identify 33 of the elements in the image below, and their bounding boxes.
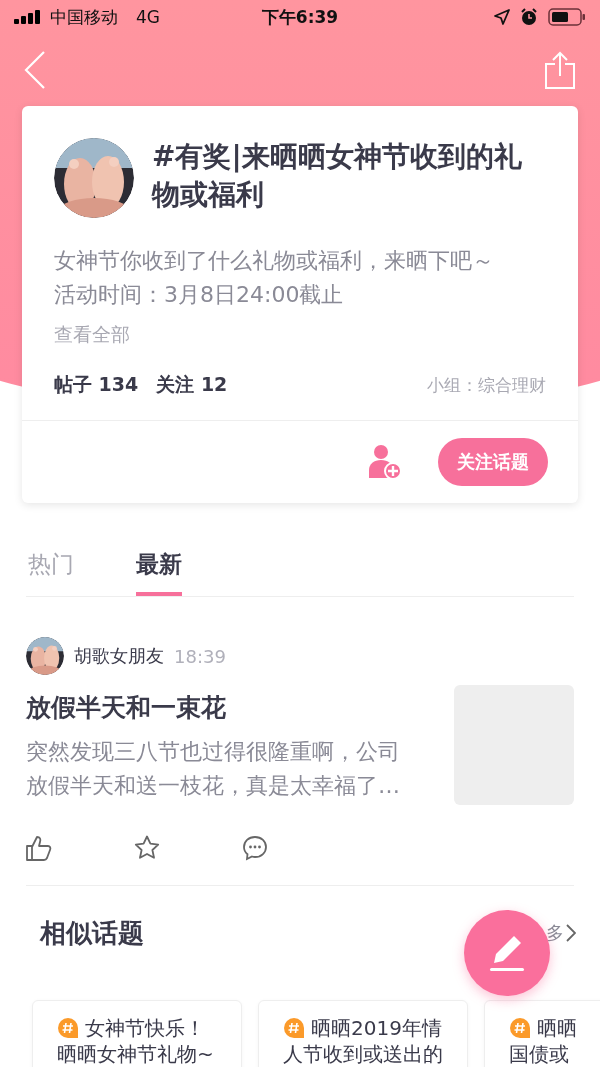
topic-card[interactable]: 晒晒 国债或 bbox=[484, 1000, 600, 1067]
carrier-name: 中国移动 bbox=[50, 5, 118, 29]
alarm-clock-icon bbox=[520, 8, 538, 26]
topic-title: #有奖|来晒晒女神节收到的礼物或福利 bbox=[152, 139, 523, 213]
topic-card[interactable]: 晒晒2019年情 人节收到或送出的 bbox=[258, 1000, 468, 1067]
hashtag-icon bbox=[509, 1017, 531, 1039]
follower-count: 关注 12 bbox=[156, 372, 228, 397]
topic-card-title: 晒晒 国债或 bbox=[509, 1015, 578, 1067]
topic-description: 女神节你收到了什么礼物或福利，来晒下吧～ bbox=[54, 247, 494, 275]
section-title: 相似话题 bbox=[40, 916, 144, 950]
network-type: 4G bbox=[136, 7, 160, 27]
topic-description: 活动时间：3月8日24:00截止 bbox=[54, 281, 344, 309]
add-user-icon[interactable] bbox=[368, 444, 402, 480]
post-count: 帖子 134 bbox=[54, 372, 139, 397]
post-title[interactable]: 放假半天和一束花 bbox=[26, 689, 418, 727]
tab[interactable]: 最新 bbox=[136, 549, 182, 596]
post-time: 18:39 bbox=[174, 645, 226, 667]
location-arrow-icon bbox=[494, 9, 510, 25]
group-label: 小组：综合理财 bbox=[427, 373, 546, 397]
topic-card-title: 晒晒2019年情 人节收到或送出的 bbox=[283, 1015, 443, 1067]
post-excerpt: 突然发现三八节也过得很隆重啊，公司放假半天和送一枝花，真是太幸福了… bbox=[26, 738, 401, 800]
star-icon[interactable] bbox=[134, 835, 160, 861]
battery-icon bbox=[548, 8, 586, 26]
topic-card-title: 女神节快乐！ 晒晒女神节礼物~ bbox=[57, 1015, 215, 1067]
comment-icon[interactable] bbox=[242, 835, 268, 861]
pencil-icon bbox=[487, 933, 527, 973]
status-time: 下午6:39 bbox=[261, 6, 339, 27]
like-icon[interactable] bbox=[26, 835, 52, 861]
topic-card[interactable]: 女神节快乐！ 晒晒女神节礼物~ bbox=[32, 1000, 242, 1067]
hashtag-icon bbox=[57, 1017, 79, 1039]
author-name[interactable]: 胡歌女朋友 bbox=[74, 644, 164, 668]
hashtag-icon bbox=[283, 1017, 305, 1039]
chevron-right-icon[interactable] bbox=[566, 924, 576, 942]
